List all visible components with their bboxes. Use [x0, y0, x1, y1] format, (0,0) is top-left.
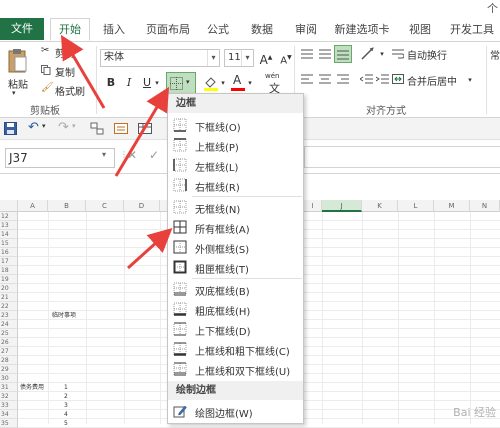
- annotation-arrows: [60, 34, 173, 270]
- arrow-to-borders-button: [114, 86, 170, 177]
- watermark: Bai 经验: [453, 406, 496, 419]
- arrow-to-all-borders: [126, 227, 173, 270]
- arrow-to-tab-home: [60, 34, 106, 109]
